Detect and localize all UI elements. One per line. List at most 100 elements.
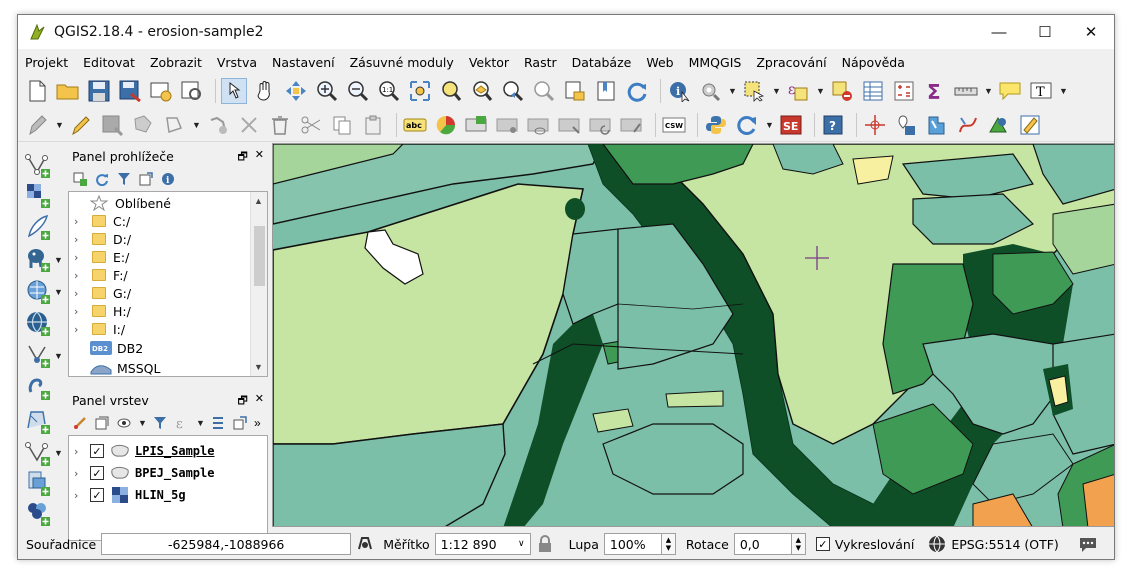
measure-line-icon[interactable] xyxy=(953,78,979,104)
expand-chevron-icon[interactable]: › xyxy=(74,215,88,228)
browser-item-favorites[interactable]: › Oblíbené xyxy=(69,194,267,212)
filter-by-expression-icon[interactable]: ε xyxy=(174,415,190,431)
expand-chevron-icon[interactable]: › xyxy=(74,233,88,246)
menu-mmqgis[interactable]: MMQGIS xyxy=(682,55,750,70)
show-bookmarks-icon[interactable] xyxy=(593,78,619,104)
copy-features-icon[interactable] xyxy=(329,112,355,138)
crs-label[interactable]: EPSG:5514 (OTF) xyxy=(951,537,1058,552)
zoom-native-icon[interactable]: 1:1 xyxy=(376,78,402,104)
identify-features-icon[interactable]: i xyxy=(666,78,692,104)
expand-all-icon[interactable] xyxy=(210,415,226,431)
expand-chevron-icon[interactable]: › xyxy=(74,489,88,502)
pan-map-icon[interactable] xyxy=(221,78,247,104)
layer-row-lpis[interactable]: › ✓ LPIS_Sample xyxy=(69,440,267,462)
layer-row-hlin[interactable]: › ✓ HLIN_5g xyxy=(69,484,267,506)
zoom-next-icon[interactable] xyxy=(531,78,557,104)
add-oracle-layer-icon[interactable] xyxy=(24,499,52,527)
style-brush-icon[interactable] xyxy=(72,415,88,431)
lock-icon[interactable] xyxy=(535,534,555,554)
pin-labels-icon[interactable] xyxy=(495,112,521,138)
add-selected-icon[interactable] xyxy=(72,171,88,187)
pan-to-selection-icon[interactable] xyxy=(283,78,309,104)
expand-chevron-icon[interactable]: › xyxy=(74,467,88,480)
georeferencer-icon[interactable] xyxy=(893,112,919,138)
move-label-icon[interactable] xyxy=(557,112,583,138)
coordinate-field[interactable]: -625984,-1088966 xyxy=(101,533,352,555)
zoom-out-icon[interactable] xyxy=(345,78,371,104)
run-feature-action-icon[interactable] xyxy=(697,78,723,104)
maximize-button[interactable]: ☐ xyxy=(1022,15,1068,49)
messages-icon[interactable] xyxy=(1078,534,1098,554)
scroll-down-icon[interactable]: ▼ xyxy=(254,362,263,372)
layer-visibility-checkbox[interactable]: ✓ xyxy=(90,466,104,480)
scroll-up-icon[interactable]: ▲ xyxy=(254,196,263,206)
statistical-summary-icon[interactable]: Σ xyxy=(922,78,948,104)
menu-vrstva[interactable]: Vrstva xyxy=(210,55,265,70)
spline-tool-icon[interactable] xyxy=(955,112,981,138)
add-delimited-text-icon[interactable] xyxy=(24,213,52,241)
edit-form-icon[interactable] xyxy=(1017,112,1043,138)
composer-manager-icon[interactable] xyxy=(179,78,205,104)
refresh-icon[interactable] xyxy=(624,78,650,104)
magnifier-spinner[interactable]: ▲ ▼ xyxy=(661,533,676,555)
se-plugin-icon[interactable]: SE xyxy=(778,112,804,138)
postgis-dropdown-icon[interactable]: ▼ xyxy=(54,255,63,265)
add-wfs-layer-icon[interactable] xyxy=(24,341,52,369)
run-action-dropdown-icon[interactable]: ▼ xyxy=(728,86,737,96)
cut-features-icon[interactable] xyxy=(298,112,324,138)
rotation-field[interactable]: 0,0 xyxy=(733,533,792,555)
scale-combobox[interactable]: 1:12 890 ∨ xyxy=(434,533,531,555)
current-edits-dropdown-icon[interactable]: ▼ xyxy=(55,120,64,130)
change-label-icon[interactable] xyxy=(619,112,645,138)
select-features-icon[interactable] xyxy=(741,78,767,104)
layer-row-bpej[interactable]: › ✓ BPEJ_Sample xyxy=(69,462,267,484)
save-project-icon[interactable] xyxy=(86,78,112,104)
float-panel-icon[interactable]: 🗗 xyxy=(237,392,247,411)
render-checkbox[interactable]: ✓ xyxy=(815,537,830,551)
layer-visibility-checkbox[interactable]: ✓ xyxy=(90,488,104,502)
add-feature-icon[interactable] xyxy=(130,112,156,138)
add-wms-layer-icon[interactable] xyxy=(24,309,52,337)
field-calculator-icon[interactable] xyxy=(891,78,917,104)
menu-zpracovani[interactable]: Zpracování xyxy=(749,55,834,70)
metasearch-csw-icon[interactable]: CSW xyxy=(661,112,687,138)
expand-chevron-icon[interactable]: › xyxy=(74,287,88,300)
menu-projekt[interactable]: Projekt xyxy=(18,55,76,70)
layer-visibility-checkbox[interactable]: ✓ xyxy=(90,444,104,458)
menu-databaze[interactable]: Databáze xyxy=(565,55,640,70)
close-panel-icon[interactable]: ✕ xyxy=(255,392,264,411)
save-as-icon[interactable] xyxy=(117,78,143,104)
open-project-icon[interactable] xyxy=(55,78,81,104)
spatialite-dropdown-icon[interactable]: ▼ xyxy=(54,287,63,297)
rotate-label-icon[interactable] xyxy=(588,112,614,138)
expand-chevron-icon[interactable]: › xyxy=(74,305,88,318)
deselect-features-icon[interactable] xyxy=(829,78,855,104)
expression-filter-dropdown-icon[interactable]: ▼ xyxy=(196,418,205,428)
browser-item-drive-h[interactable]: › H:/ xyxy=(69,302,267,320)
menu-editovat[interactable]: Editovat xyxy=(76,55,143,70)
add-wcs-layer-icon[interactable] xyxy=(24,469,52,497)
label-toolbar-icon[interactable]: abc xyxy=(402,112,428,138)
expression-dropdown-icon[interactable]: ▼ xyxy=(816,86,825,96)
add-mssql-layer-icon[interactable] xyxy=(24,407,52,435)
add-postgis-layer-icon[interactable] xyxy=(24,245,52,273)
save-layer-edits-icon[interactable] xyxy=(99,112,125,138)
collapse-all-icon[interactable] xyxy=(138,171,154,187)
menu-web[interactable]: Web xyxy=(639,55,681,70)
chevron-down-icon[interactable]: ∨ xyxy=(518,539,525,549)
scroll-thumb[interactable] xyxy=(254,226,265,286)
diagram-properties-icon[interactable] xyxy=(433,112,459,138)
expand-chevron-icon[interactable]: › xyxy=(74,445,88,458)
menu-vektor[interactable]: Vektor xyxy=(462,55,517,70)
delete-selected-icon[interactable] xyxy=(236,112,262,138)
float-panel-icon[interactable]: 🗗 xyxy=(237,148,247,167)
extents-toggle-icon[interactable] xyxy=(355,534,375,554)
new-layer-dropdown-icon[interactable]: ▼ xyxy=(54,448,63,458)
close-button[interactable]: ✕ xyxy=(1068,15,1114,49)
digitizing-plugin-icon[interactable] xyxy=(986,112,1012,138)
browser-item-drive-i[interactable]: › I:/ xyxy=(69,320,267,338)
move-feature-dropdown-icon[interactable]: ▼ xyxy=(192,120,201,130)
wfs-dropdown-icon[interactable]: ▼ xyxy=(54,351,63,361)
browser-item-drive-f[interactable]: › F:/ xyxy=(69,266,267,284)
projection-globe-icon[interactable] xyxy=(927,534,947,554)
